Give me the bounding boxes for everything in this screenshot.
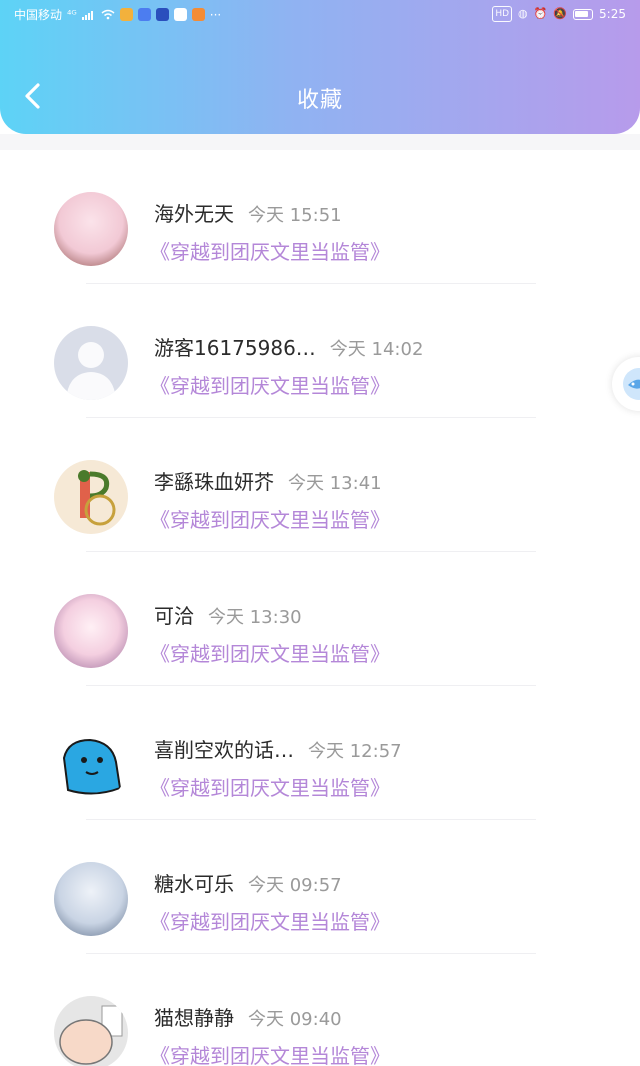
book-title-link[interactable]: 《穿越到团厌文里当监管》 xyxy=(150,504,390,533)
avatar[interactable] xyxy=(54,996,128,1066)
user-name-row: 猫想静静 今天 09:40 xyxy=(154,1002,342,1031)
user-name-row: 游客16175986… 今天 14:02 xyxy=(154,332,423,361)
timestamp: 今天 09:40 xyxy=(248,1009,342,1030)
wifi-icon xyxy=(101,9,115,20)
book-title-link[interactable]: 《穿越到团厌文里当监管》 xyxy=(150,772,390,801)
clock: 5:25 xyxy=(599,7,626,21)
floating-assistant-button[interactable] xyxy=(612,357,640,411)
bike-letter-icon xyxy=(78,470,116,526)
signal-icon xyxy=(81,11,93,20)
alarm-icon: ⏰ xyxy=(533,7,548,20)
list-item[interactable]: 猫想静静 今天 09:40 《穿越到团厌文里当监管》 xyxy=(0,954,640,1066)
app-icon-5 xyxy=(191,8,205,21)
battery-icon xyxy=(573,8,594,20)
favorites-list: 海外无天 今天 15:51 《穿越到团厌文里当监管》 游客16175986… 今天 … xyxy=(0,150,640,1066)
list-item[interactable]: 海外无天 今天 15:51 《穿越到团厌文里当监管》 xyxy=(0,150,640,284)
user-name: 糖水可乐 xyxy=(154,872,234,896)
avatar[interactable] xyxy=(54,728,128,802)
book-title-link[interactable]: 《穿越到团厌文里当监管》 xyxy=(150,906,390,935)
status-bar: 中国移动 ⁴ᴳ ··· HD ◍ ⏰ 🔕 5:25 xyxy=(0,0,640,28)
user-name: 喜削空欢的话… xyxy=(154,738,294,762)
timestamp: 今天 14:02 xyxy=(329,339,424,360)
user-name-row: 海外无天 今天 15:51 xyxy=(154,198,342,227)
user-name-row: 喜削空欢的话… 今天 12:57 xyxy=(154,734,402,763)
nfc-icon: ◍ xyxy=(518,7,528,20)
user-name: 可洽 xyxy=(154,604,194,628)
status-left: 中国移动 ⁴ᴳ ··· xyxy=(14,6,221,23)
timestamp: 今天 15:51 xyxy=(248,205,342,226)
user-name-row: 李繇珠血妍芥 今天 13:41 xyxy=(154,466,382,495)
list-item[interactable]: 喜削空欢的话… 今天 12:57 《穿越到团厌文里当监管》 xyxy=(0,686,640,820)
book-title-link[interactable]: 《穿越到团厌文里当监管》 xyxy=(150,1040,390,1066)
status-right: HD ◍ ⏰ 🔕 5:25 xyxy=(492,6,626,22)
user-name: 海外无天 xyxy=(154,202,234,226)
app-icon-1 xyxy=(119,8,133,21)
avatar[interactable] xyxy=(54,326,128,400)
more-notifications: ··· xyxy=(209,7,222,22)
hd-icon: HD xyxy=(492,6,513,22)
header-bar: 中国移动 ⁴ᴳ ··· HD ◍ ⏰ 🔕 5:25 收藏 xyxy=(0,0,640,134)
avatar[interactable] xyxy=(54,192,128,266)
avatar[interactable] xyxy=(54,594,128,668)
app-icon-3 xyxy=(155,8,169,21)
user-name: 李繇珠血妍芥 xyxy=(154,470,274,494)
default-user-icon xyxy=(66,342,116,400)
user-name-row: 可洽 今天 13:30 xyxy=(154,600,302,629)
app-icon-2 xyxy=(137,8,151,21)
carrier-label: 中国移动 xyxy=(14,8,63,22)
app-icon-4 xyxy=(173,8,187,21)
timestamp: 今天 09:57 xyxy=(248,875,342,896)
cartoon-face-icon xyxy=(59,1005,123,1065)
timestamp: 今天 13:41 xyxy=(288,473,382,494)
book-title-link[interactable]: 《穿越到团厌文里当监管》 xyxy=(150,236,390,265)
avatar[interactable] xyxy=(54,862,128,936)
blue-monster-icon xyxy=(62,738,122,795)
user-name: 游客16175986… xyxy=(154,336,316,360)
list-item[interactable]: 糖水可乐 今天 09:57 《穿越到团厌文里当监管》 xyxy=(0,820,640,954)
header-gap xyxy=(0,134,640,150)
timestamp: 今天 13:30 xyxy=(208,607,302,628)
book-title-link[interactable]: 《穿越到团厌文里当监管》 xyxy=(150,638,390,667)
list-item[interactable]: 游客16175986… 今天 14:02 《穿越到团厌文里当监管》 xyxy=(0,284,640,418)
book-title-link[interactable]: 《穿越到团厌文里当监管》 xyxy=(150,370,390,399)
list-item[interactable]: 可洽 今天 13:30 《穿越到团厌文里当监管》 xyxy=(0,552,640,686)
mute-icon: 🔕 xyxy=(553,7,568,20)
list-item[interactable]: 李繇珠血妍芥 今天 13:41 《穿越到团厌文里当监管》 xyxy=(0,418,640,552)
timestamp: 今天 12:57 xyxy=(308,741,402,762)
user-name: 猫想静静 xyxy=(154,1006,234,1030)
network-type: ⁴ᴳ xyxy=(67,7,77,21)
user-name-row: 糖水可乐 今天 09:57 xyxy=(154,868,342,897)
fish-icon xyxy=(623,368,640,400)
avatar[interactable] xyxy=(54,460,128,534)
page-title: 收藏 xyxy=(296,88,343,113)
